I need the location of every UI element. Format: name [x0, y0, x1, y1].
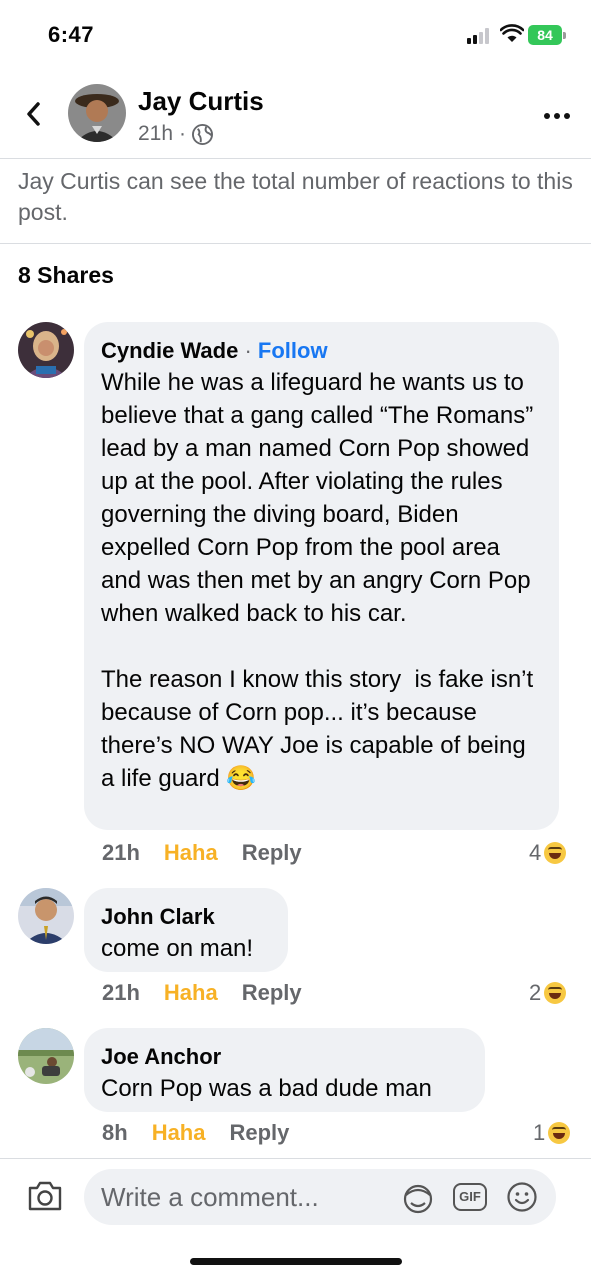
- status-time: 6:47: [48, 22, 95, 47]
- camera-icon[interactable]: [26, 1179, 64, 1213]
- comment-actions: 8h Haha Reply: [102, 1120, 289, 1146]
- comment-bubble: John Clark come on man!: [84, 888, 288, 972]
- follow-button[interactable]: Follow: [258, 338, 328, 363]
- home-indicator: [190, 1258, 402, 1265]
- comment-time: 8h: [102, 1120, 128, 1145]
- avatar[interactable]: [18, 1028, 74, 1084]
- avatar-sticker-icon[interactable]: [401, 1181, 435, 1215]
- wifi-icon: [500, 24, 524, 42]
- comment-author[interactable]: John Clark: [101, 902, 270, 932]
- shares-count[interactable]: 8 Shares: [18, 262, 114, 289]
- haha-button[interactable]: Haha: [152, 1120, 206, 1146]
- separator: ·: [244, 338, 252, 363]
- avatar[interactable]: [68, 84, 126, 142]
- avatar[interactable]: [18, 322, 74, 378]
- reply-button[interactable]: Reply: [229, 1120, 289, 1146]
- divider: [0, 243, 591, 244]
- post-meta: 21h ·: [138, 122, 214, 146]
- divider: [0, 158, 591, 159]
- emoji-icon[interactable]: [506, 1181, 538, 1213]
- more-options-icon[interactable]: [542, 110, 572, 122]
- reaction-count[interactable]: 2: [529, 980, 567, 1006]
- comment-text: Corn Pop was a bad dude man: [101, 1075, 432, 1102]
- status-bar: 6:47 84: [0, 0, 591, 70]
- comment-time: 21h: [102, 840, 140, 865]
- comment-text: come on man!: [101, 935, 254, 962]
- comment-bubble: Cyndie Wade · Follow While he was a life…: [84, 322, 559, 830]
- haha-reaction-icon: [548, 1122, 571, 1144]
- comment-actions: 21h Haha Reply: [102, 840, 302, 866]
- comment-input[interactable]: Write a comment... GIF: [84, 1169, 556, 1225]
- reactions-notice: Jay Curtis can see the total number of r…: [18, 168, 573, 225]
- haha-reaction-icon: [544, 982, 567, 1004]
- comment-bubble: Joe Anchor Corn Pop was a bad dude man: [84, 1028, 485, 1112]
- laughing-emoji: 😂: [226, 765, 257, 792]
- reply-button[interactable]: Reply: [242, 980, 302, 1006]
- reaction-count[interactable]: 4: [529, 840, 567, 866]
- reaction-count-value: 1: [533, 1120, 546, 1145]
- reaction-count-value: 4: [529, 840, 542, 865]
- gif-button[interactable]: GIF: [453, 1183, 487, 1211]
- battery-icon: 84: [528, 25, 566, 45]
- avatar[interactable]: [18, 888, 74, 944]
- globe-icon: [192, 123, 214, 145]
- post-author-name[interactable]: Jay Curtis: [138, 86, 264, 117]
- comment-time: 21h: [102, 980, 140, 1005]
- reaction-count[interactable]: 1: [533, 1120, 571, 1146]
- post-header: Jay Curtis 21h ·: [0, 80, 591, 158]
- comment-text: While he was a lifeguard he wants us to …: [101, 366, 541, 795]
- comment-placeholder: Write a comment...: [101, 1182, 319, 1212]
- comment-header: Cyndie Wade · Follow: [101, 336, 541, 366]
- comment-author[interactable]: Cyndie Wade: [101, 338, 238, 363]
- gif-label: GIF: [459, 1189, 481, 1204]
- post-time: 21h: [138, 122, 174, 145]
- comment-actions: 21h Haha Reply: [102, 980, 302, 1006]
- reply-button[interactable]: Reply: [242, 840, 302, 866]
- reaction-count-value: 2: [529, 980, 542, 1005]
- cellular-signal-icon: [467, 28, 493, 44]
- battery-level: 84: [537, 27, 553, 43]
- comment-author[interactable]: Joe Anchor: [101, 1042, 467, 1072]
- haha-button[interactable]: Haha: [164, 840, 218, 866]
- haha-button[interactable]: Haha: [164, 980, 218, 1006]
- haha-reaction-icon: [544, 842, 567, 864]
- comment-body: While he was a lifeguard he wants us to …: [101, 369, 534, 792]
- meta-separator: ·: [179, 122, 187, 145]
- comment-composer: Write a comment... GIF: [0, 1158, 591, 1238]
- back-arrow-icon[interactable]: [18, 94, 52, 134]
